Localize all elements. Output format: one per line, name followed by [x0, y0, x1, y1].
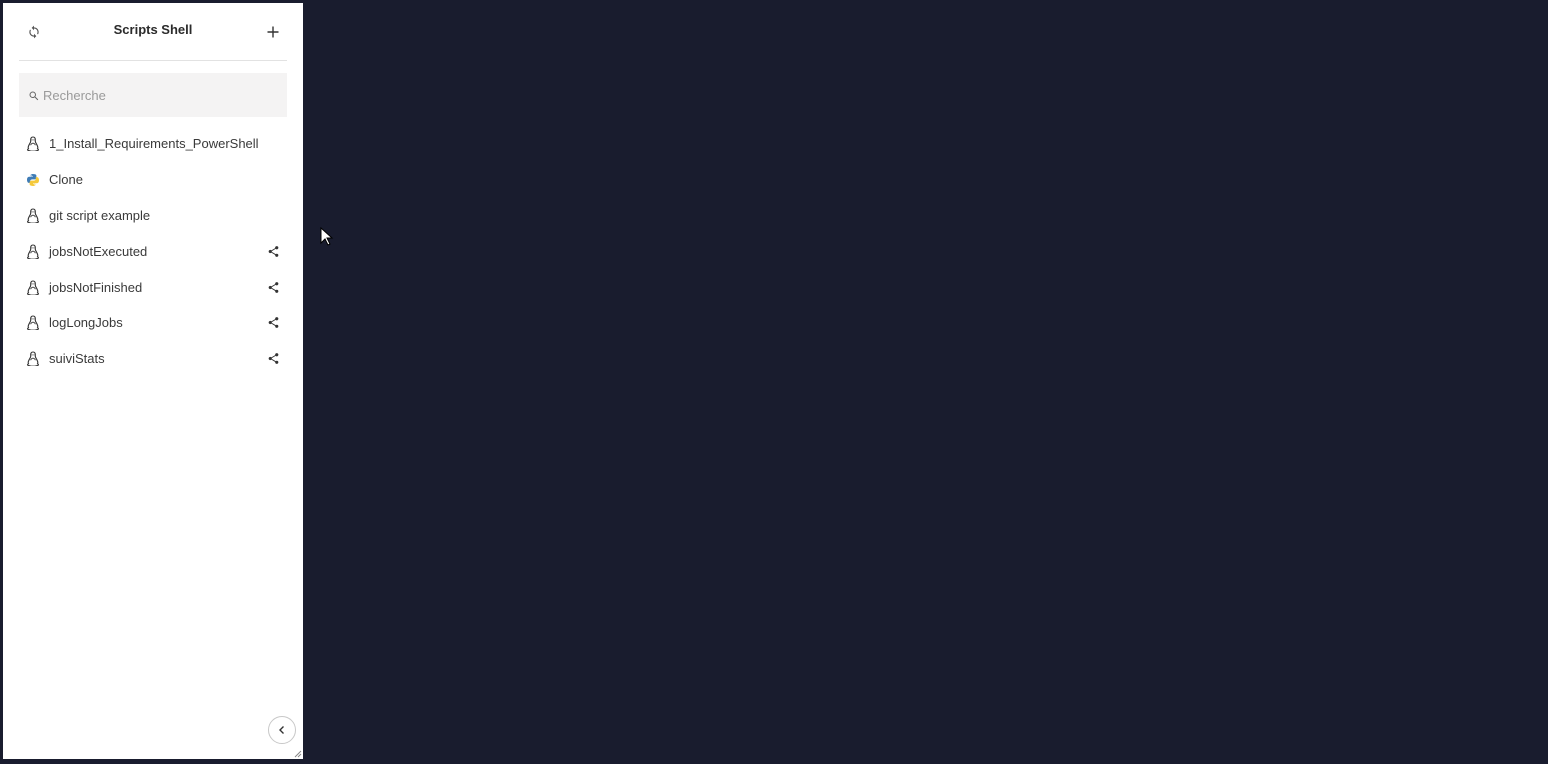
search-input[interactable] [43, 73, 283, 117]
script-list-item[interactable]: suiviStats [19, 341, 287, 377]
share-icon [268, 317, 278, 329]
script-label: jobsNotExecuted [49, 243, 148, 259]
script-label: git script example [49, 207, 151, 223]
linux-penguin-icon [25, 243, 41, 259]
linux-penguin-icon [26, 315, 40, 331]
linux-penguin-icon [26, 280, 40, 295]
share-icon [268, 281, 278, 293]
script-list-item[interactable]: jobsNotExecuted [19, 233, 287, 269]
share-button[interactable] [266, 316, 280, 330]
plus-icon [267, 26, 279, 38]
script-list-item[interactable]: jobsNotFinished [19, 269, 287, 305]
linux-penguin-icon [26, 208, 40, 223]
linux-penguin-icon [25, 207, 41, 223]
script-list-item[interactable]: git script example [19, 198, 287, 234]
linux-penguin-icon [25, 351, 41, 367]
refresh-button[interactable] [24, 22, 44, 42]
resize-handle-icon[interactable] [292, 748, 302, 758]
script-list-item[interactable]: logLongJobs [19, 305, 287, 341]
collapse-panel-button[interactable] [268, 716, 296, 744]
linux-penguin-icon [26, 136, 40, 152]
linux-penguin-icon [25, 315, 41, 331]
scripts-panel: Scripts Shell 1_Install_Requirements_Pow… [3, 3, 303, 759]
script-label: suiviStats [49, 351, 105, 367]
script-label: logLongJobs [49, 315, 123, 331]
share-button[interactable] [266, 352, 280, 366]
linux-penguin-icon [25, 136, 41, 152]
script-list-item[interactable]: Clone [19, 162, 287, 198]
mouse-cursor-icon [320, 227, 334, 246]
python-icon [25, 172, 41, 188]
add-script-button[interactable] [263, 22, 283, 42]
linux-penguin-icon [25, 279, 41, 295]
search-icon [29, 91, 39, 101]
share-button[interactable] [266, 244, 280, 258]
script-label: Clone [49, 172, 83, 188]
share-button[interactable] [266, 280, 280, 294]
chevron-left-icon [279, 726, 284, 734]
python-icon [27, 173, 39, 186]
panel-header: Scripts Shell [19, 3, 287, 61]
panel-title: Scripts Shell [113, 22, 193, 37]
search-box [19, 73, 287, 117]
script-label: jobsNotFinished [49, 279, 143, 295]
script-label: 1_Install_Requirements_PowerShell [49, 136, 259, 152]
refresh-icon [29, 25, 39, 39]
script-list-item[interactable]: 1_Install_Requirements_PowerShell [19, 126, 287, 162]
share-icon [268, 353, 278, 365]
linux-penguin-icon [26, 244, 40, 259]
share-icon [268, 245, 278, 257]
linux-penguin-icon [26, 351, 40, 367]
script-list: 1_Install_Requirements_PowerShell Clone gi… [19, 126, 287, 377]
